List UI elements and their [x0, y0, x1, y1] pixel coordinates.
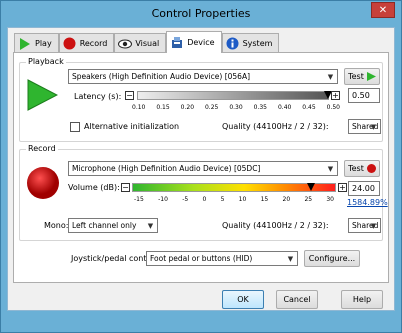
play-icon	[366, 72, 376, 81]
tick-label: 0.30	[229, 104, 243, 111]
tab-play[interactable]: Play	[14, 33, 59, 53]
volume-slider-thumb[interactable]	[307, 183, 315, 191]
tick-label: 0.45	[302, 104, 316, 111]
close-icon: ✕	[378, 4, 388, 16]
big-play-icon	[26, 79, 59, 113]
tab-label: Record	[79, 39, 108, 48]
tick-label: -10	[158, 196, 168, 203]
cancel-button[interactable]: Cancel	[276, 290, 318, 309]
mono-select[interactable]: Left channel only ▼	[68, 218, 158, 233]
tab-label: System	[242, 39, 273, 48]
info-icon	[226, 37, 240, 51]
tick-label: 30	[326, 196, 334, 203]
joystick-value: Foot pedal or buttons (HID)	[150, 254, 253, 263]
tab-device[interactable]: Device	[166, 31, 222, 53]
record-icon	[63, 37, 77, 51]
latency-value: 0.50	[352, 91, 370, 100]
volume-value-field[interactable]: 24.00	[348, 181, 380, 196]
tab-record[interactable]: Record	[58, 33, 115, 53]
record-group-title: Record	[26, 144, 58, 153]
tab-label: Visual	[135, 39, 160, 48]
joystick-select[interactable]: Foot pedal or buttons (HID) ▼	[146, 251, 298, 266]
tick-label: 0.15	[156, 104, 170, 111]
tick-label: 10	[238, 196, 247, 203]
help-label: Help	[352, 295, 372, 304]
volume-percent-link[interactable]: 1584.89%	[347, 198, 388, 207]
playback-group: Playback Speakers (High Definition Audio…	[19, 57, 383, 142]
volume-value: 24.00	[352, 184, 375, 193]
tab-strip: Play Record Visual Device System	[14, 31, 280, 53]
chevron-down-icon: ▼	[147, 221, 154, 230]
control-properties-window: Control Properties ✕ Play Record Visual …	[0, 0, 402, 333]
mono-label: Mono:	[44, 221, 69, 230]
device-tab-panel: Playback Speakers (High Definition Audio…	[13, 52, 389, 283]
volume-ticks: -15 -10 -5 0 5 10 15 20 25 30	[134, 196, 334, 203]
tick-label: 0	[202, 196, 207, 203]
ok-label: OK	[237, 295, 249, 304]
tick-label: -5	[182, 196, 189, 203]
volume-decrease-button[interactable]: −	[121, 183, 130, 192]
playback-quality-label: Quality (44100Hz / 2 / 32):	[222, 122, 329, 131]
playback-test-button[interactable]: Test	[344, 68, 380, 85]
playback-device-select[interactable]: Speakers (High Definition Audio Device) …	[68, 69, 338, 84]
chevron-down-icon: ▼	[370, 221, 377, 230]
tab-visual[interactable]: Visual	[114, 33, 167, 53]
tick-label: 25	[304, 196, 313, 203]
record-quality-select[interactable]: Shared ▼	[348, 218, 381, 233]
latency-decrease-button[interactable]: −	[125, 91, 134, 100]
record-icon	[366, 164, 376, 173]
playback-device-value: Speakers (High Definition Audio Device) …	[72, 72, 251, 81]
playback-group-title: Playback	[26, 57, 66, 66]
latency-slider[interactable]	[137, 91, 332, 100]
big-record-icon	[26, 166, 60, 202]
latency-ticks: 0.10 0.15 0.20 0.25 0.30 0.35 0.40 0.45 …	[132, 104, 340, 111]
latency-increase-button[interactable]: +	[331, 91, 340, 100]
tab-label: Device	[187, 38, 215, 47]
record-device-select[interactable]: Microphone (High Definition Audio Device…	[68, 161, 338, 176]
close-button[interactable]: ✕	[371, 2, 395, 18]
ok-button[interactable]: OK	[222, 290, 264, 309]
device-icon	[170, 36, 184, 50]
configure-button[interactable]: Configure...	[304, 250, 360, 267]
chevron-down-icon: ▼	[327, 72, 334, 81]
test-label: Test	[348, 72, 364, 81]
tick-label: 0.25	[204, 104, 219, 111]
test-label: Test	[348, 164, 364, 173]
tick-label: 5	[220, 196, 225, 203]
chevron-down-icon: ▼	[370, 122, 377, 131]
playback-quality-select[interactable]: Shared ▼	[348, 119, 381, 134]
window-title: Control Properties	[151, 7, 251, 20]
eye-icon	[118, 37, 133, 51]
help-button[interactable]: Help	[341, 290, 383, 309]
chevron-down-icon: ▼	[287, 254, 294, 263]
tick-label: -15	[134, 196, 144, 203]
cancel-label: Cancel	[283, 295, 311, 304]
dialog-client: Play Record Visual Device System Playbac…	[7, 27, 395, 311]
volume-increase-button[interactable]: +	[338, 183, 347, 192]
alt-init-label: Alternative initialization	[84, 122, 180, 131]
alt-init-checkbox[interactable]	[70, 122, 80, 132]
record-quality-label: Quality (44100Hz / 2 / 32):	[222, 221, 329, 230]
volume-slider[interactable]	[132, 183, 336, 192]
record-device-value: Microphone (High Definition Audio Device…	[72, 164, 261, 173]
latency-label: Latency (s):	[74, 92, 122, 101]
title-bar: Control Properties ✕	[1, 1, 401, 26]
record-group: Record Microphone (High Definition Audio…	[19, 144, 388, 241]
volume-label: Volume (dB):	[68, 183, 120, 192]
tick-label: 20	[282, 196, 291, 203]
play-icon	[18, 37, 32, 51]
tab-system[interactable]: System	[221, 33, 280, 53]
record-test-button[interactable]: Test	[344, 160, 380, 177]
tick-label: 0.20	[180, 104, 195, 111]
tab-label: Play	[35, 39, 52, 48]
tick-label: 0.40	[277, 104, 292, 111]
chevron-down-icon: ▼	[327, 164, 334, 173]
tick-label: 0.35	[253, 104, 267, 111]
configure-label: Configure...	[308, 254, 356, 263]
tick-label: 0.10	[132, 104, 146, 111]
tick-label: 0.50	[326, 104, 340, 111]
latency-value-field[interactable]: 0.50	[348, 88, 380, 103]
mono-value: Left channel only	[72, 221, 137, 230]
tick-label: 15	[260, 196, 269, 203]
